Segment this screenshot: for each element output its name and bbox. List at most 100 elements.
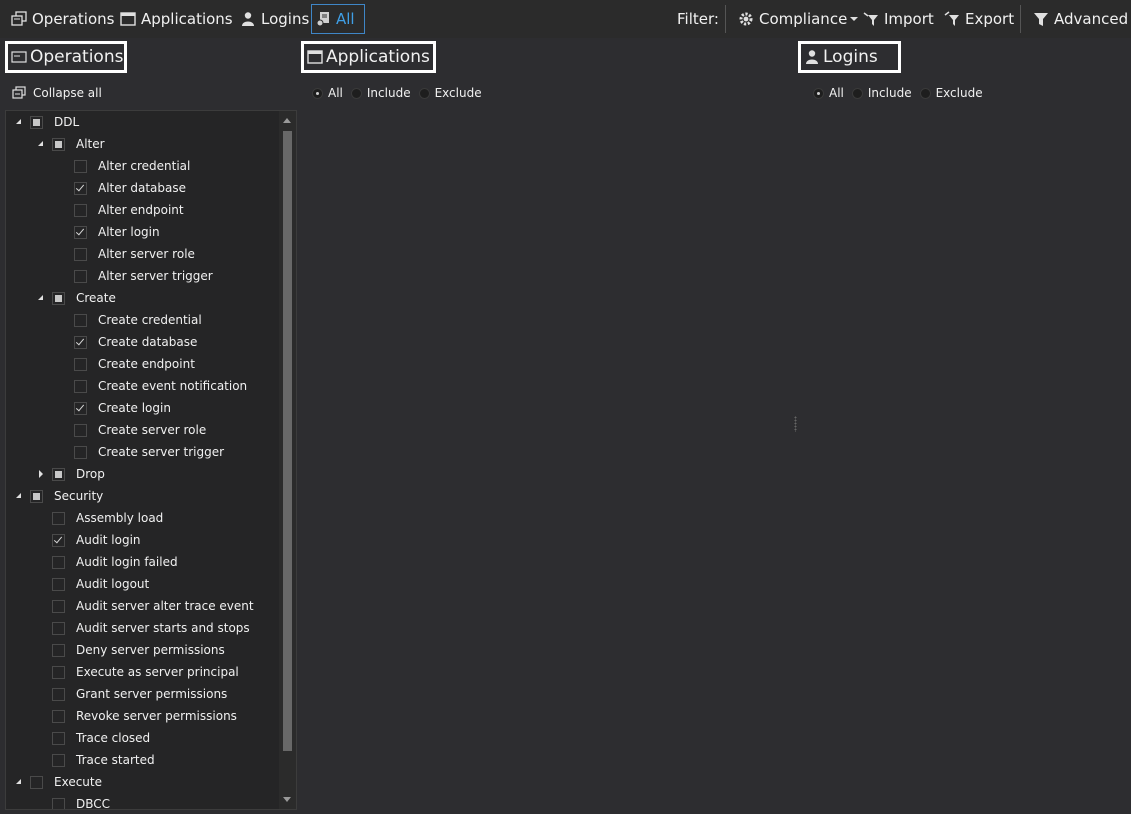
tree-node[interactable]: Audit server alter trace event (36, 595, 254, 617)
collapse-all-button[interactable]: Collapse all (12, 84, 102, 102)
tree-node[interactable]: Create database (58, 331, 197, 353)
tree-node[interactable]: Create server role (58, 419, 206, 441)
tree-node[interactable]: Assembly load (36, 507, 163, 529)
tree-node-checkbox[interactable] (52, 621, 65, 635)
tree-node-checkbox[interactable] (52, 533, 65, 547)
tree-node[interactable]: Audit server starts and stops (36, 617, 250, 639)
tree-node-checkbox[interactable] (52, 753, 65, 767)
compliance-dropdown-button[interactable]: Compliance (735, 4, 861, 34)
all-view-button[interactable]: All (311, 4, 365, 34)
tree-node[interactable]: Security (14, 485, 103, 507)
tree-node-checkbox[interactable] (74, 225, 87, 239)
tree-node[interactable]: Alter database (58, 177, 186, 199)
tree-node-checkbox[interactable] (52, 731, 65, 745)
tree-node[interactable]: Deny server permissions (36, 639, 225, 661)
tree-node-checkbox[interactable] (74, 181, 87, 195)
tree-node[interactable]: Audit logout (36, 573, 149, 595)
applications-view-button[interactable]: Applications (117, 4, 236, 34)
tree-scrollbar[interactable] (279, 111, 296, 809)
tree-node-checkbox[interactable] (74, 269, 87, 283)
tree-node-checkbox[interactable] (52, 555, 65, 569)
tree-node[interactable]: Create event notification (58, 375, 247, 397)
tree-node[interactable]: DDL (14, 111, 79, 133)
tree-node-checkbox[interactable] (52, 291, 65, 305)
tree-node-checkbox[interactable] (74, 401, 87, 415)
tree-node[interactable]: Execute as server principal (36, 661, 239, 683)
logins-radio-exclude[interactable]: Exclude (919, 86, 983, 100)
tree-node[interactable]: Alter server trigger (58, 265, 213, 287)
tree-node-checkbox[interactable] (52, 643, 65, 657)
expand-triangle-icon[interactable] (14, 491, 24, 501)
tree-node-checkbox[interactable] (74, 445, 87, 459)
tree-node[interactable]: Trace closed (36, 727, 150, 749)
tree-node-checkbox[interactable] (74, 379, 87, 393)
tree-node[interactable]: Alter (36, 133, 105, 155)
tree-node[interactable]: Trace started (36, 749, 155, 771)
tree-node-checkbox[interactable] (74, 247, 87, 261)
applications-radio-exclude[interactable]: Exclude (418, 86, 482, 100)
tree-node[interactable]: Alter server role (58, 243, 195, 265)
tree-node-checkbox[interactable] (74, 313, 87, 327)
tree-node[interactable]: DBCC (36, 793, 110, 809)
radio-label: All (829, 86, 844, 100)
scroll-down-arrow-icon[interactable] (283, 797, 291, 802)
tree-node-checkbox[interactable] (52, 665, 65, 679)
tree-node-checkbox[interactable] (74, 203, 87, 217)
tree-node-label: Create database (98, 335, 198, 349)
tree-node[interactable]: Revoke server permissions (36, 705, 237, 727)
tree-node-checkbox[interactable] (30, 489, 43, 503)
tree-node[interactable]: Audit login failed (36, 551, 178, 573)
tree-node[interactable]: Create login (58, 397, 171, 419)
tree-node[interactable]: Alter credential (58, 155, 190, 177)
tree-node-checkbox[interactable] (74, 423, 87, 437)
tree-node-checkbox[interactable] (74, 357, 87, 371)
tree-node-checkbox[interactable] (52, 511, 65, 525)
collapse-triangle-icon[interactable] (36, 469, 46, 479)
tree-node[interactable]: Create server trigger (58, 441, 224, 463)
applications-radio-all[interactable]: All (312, 86, 343, 100)
logins-radio-all[interactable]: All (813, 86, 844, 100)
tree-node[interactable]: Alter login (58, 221, 160, 243)
radio-indicator (919, 87, 931, 99)
tree-node-checkbox[interactable] (30, 775, 43, 789)
radio-indicator (851, 87, 863, 99)
tree-node-checkbox[interactable] (74, 335, 87, 349)
expand-triangle-icon[interactable] (14, 117, 24, 127)
tree-node-checkbox[interactable] (52, 709, 65, 723)
radio-indicator (350, 87, 362, 99)
tree-node[interactable]: Create credential (58, 309, 202, 331)
tree-node-checkbox[interactable] (52, 687, 65, 701)
tree-node-checkbox[interactable] (74, 159, 87, 173)
tree-node[interactable]: Alter endpoint (58, 199, 184, 221)
tree-node-checkbox[interactable] (52, 577, 65, 591)
tree-node-checkbox[interactable] (52, 797, 65, 809)
tree-node[interactable]: Execute (14, 771, 102, 793)
tree-node-checkbox[interactable] (52, 467, 65, 481)
radio-indicator (418, 87, 430, 99)
advanced-filter-button[interactable]: Advanced (1030, 4, 1131, 34)
tree-node[interactable]: Create endpoint (58, 353, 195, 375)
export-button[interactable]: Export (941, 4, 1017, 34)
tree-node-checkbox[interactable] (30, 115, 43, 129)
scroll-thumb[interactable] (283, 131, 292, 751)
applications-radio-include[interactable]: Include (350, 86, 411, 100)
tree-node-label: Create login (98, 401, 171, 415)
import-button[interactable]: Import (860, 4, 937, 34)
expand-triangle-icon[interactable] (36, 139, 46, 149)
tree-node[interactable]: Create (36, 287, 116, 309)
panel-splitter-handle[interactable] (794, 416, 797, 432)
expand-triangle-icon[interactable] (14, 777, 24, 787)
tree-node-checkbox[interactable] (52, 137, 65, 151)
tree-node[interactable]: Audit login (36, 529, 141, 551)
expand-triangle-icon[interactable] (36, 293, 46, 303)
logins-radio-include[interactable]: Include (851, 86, 912, 100)
tree-node[interactable]: Grant server permissions (36, 683, 227, 705)
operations-view-button[interactable]: Operations (8, 4, 117, 34)
tree-node-label: Grant server permissions (76, 687, 228, 701)
tree-node[interactable]: Drop (36, 463, 105, 485)
logins-view-button[interactable]: Logins (237, 4, 312, 34)
scroll-up-arrow-icon[interactable] (283, 118, 291, 123)
tree-node-checkbox[interactable] (52, 599, 65, 613)
